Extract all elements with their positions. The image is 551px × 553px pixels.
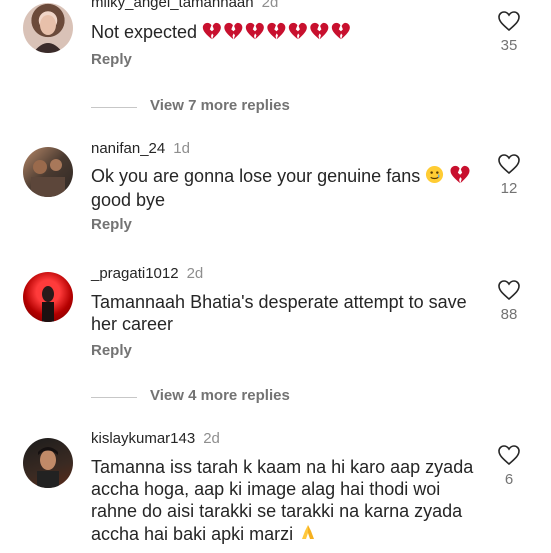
comment-age: 1d (173, 140, 190, 157)
like-button[interactable]: 35 (494, 10, 524, 54)
heart-outline-icon (498, 280, 520, 301)
like-count: 35 (500, 37, 518, 54)
avatar-photo (33, 15, 63, 53)
comment-text: Ok you are gonna lose your genuine fans … (91, 165, 481, 211)
broken-heart-icon (310, 22, 329, 40)
username-line: nanifan_24 1d (91, 140, 190, 157)
broken-heart-icon (449, 165, 471, 189)
avatar-photo (37, 447, 59, 488)
username-line: kislaykumar143 2d (91, 430, 220, 447)
username[interactable]: nanifan_24 (91, 140, 165, 157)
broken-heart-icon (288, 22, 307, 40)
avatar-photo (31, 159, 65, 197)
broken-heart-icon (202, 22, 221, 40)
sad-smile-face-icon (425, 165, 444, 189)
broken-heart-icon (245, 22, 264, 40)
heart-outline-icon (498, 154, 520, 175)
avatar[interactable] (23, 147, 73, 197)
username-line: milky_angel_tamannaah 2d (91, 0, 278, 11)
comment-text: Tamannaah Bhatia's desperate attempt to … (91, 292, 467, 334)
folded-hands-icon (298, 522, 318, 547)
broken-heart-icon (267, 22, 286, 40)
like-button[interactable]: 12 (494, 153, 524, 197)
like-button[interactable]: 88 (494, 279, 524, 323)
divider-line (91, 397, 137, 398)
comment-age: 2d (186, 265, 204, 282)
comment-text: Not expected (91, 21, 481, 45)
avatar[interactable] (23, 438, 73, 488)
heart-outline-icon (498, 445, 520, 466)
avatar[interactable] (23, 3, 73, 53)
reply-button[interactable]: Reply (91, 216, 132, 233)
heart-outline-icon (498, 11, 520, 32)
reply-button[interactable]: Reply (91, 342, 132, 359)
avatar[interactable] (23, 272, 73, 322)
username[interactable]: kislaykumar143 (91, 430, 195, 447)
broken-heart-icon (202, 22, 354, 45)
broken-heart-icon (331, 22, 350, 40)
username-line: _pragati1012 2d (91, 265, 203, 282)
reply-button[interactable]: Reply (91, 51, 132, 68)
broken-heart-icon (224, 22, 243, 40)
comment-age: 2d (261, 0, 279, 11)
like-button[interactable]: 6 (494, 444, 524, 488)
like-count: 12 (500, 180, 518, 197)
comment-age: 2d (203, 430, 220, 447)
comment-text: Tamanna iss tarah k kaam na hi karo aap … (91, 456, 481, 547)
like-count: 6 (504, 471, 514, 488)
username[interactable]: _pragati1012 (91, 265, 179, 282)
like-count: 88 (500, 306, 518, 323)
divider-line (91, 107, 137, 108)
avatar-photo (42, 286, 54, 322)
username[interactable]: milky_angel_tamannaah (91, 0, 254, 11)
